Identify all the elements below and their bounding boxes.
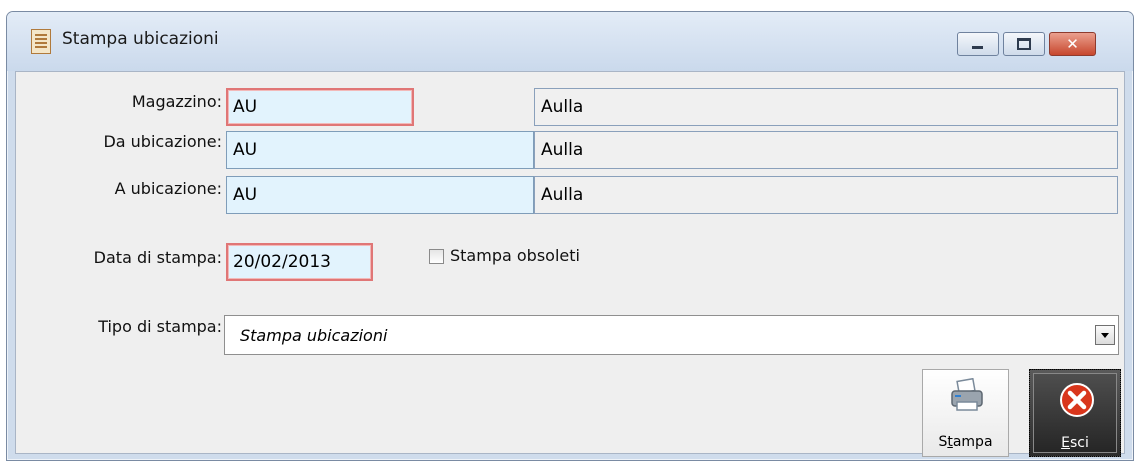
close-icon: ✕ bbox=[1066, 35, 1079, 53]
stampa-button-label: Stampa bbox=[938, 434, 993, 450]
esci-button-label: Esci bbox=[1061, 435, 1089, 451]
maximize-button[interactable] bbox=[1003, 32, 1045, 56]
data-stampa-label: Data di stampa: bbox=[93, 248, 222, 267]
magazzino-label: Magazzino: bbox=[131, 92, 222, 111]
tipo-stampa-value: Stampa ubicazioni bbox=[240, 326, 388, 345]
stampa-obsoleti-label[interactable]: Stampa obsoleti bbox=[450, 246, 580, 265]
title-bar: Stampa ubicazioni ✕ bbox=[7, 12, 1133, 71]
a-ubicazione-description-field: Aulla bbox=[534, 176, 1118, 214]
close-button[interactable]: ✕ bbox=[1049, 32, 1096, 56]
stampa-obsoleti-checkbox[interactable] bbox=[429, 249, 444, 264]
printer-icon bbox=[951, 378, 983, 411]
chevron-down-icon[interactable] bbox=[1095, 325, 1115, 345]
form-body: Magazzino: AU Aulla Da ubicazione: AU Au… bbox=[15, 71, 1125, 457]
stop-icon bbox=[1060, 383, 1094, 417]
da-ubicazione-description-field: Aulla bbox=[534, 131, 1118, 169]
tipo-stampa-label: Tipo di stampa: bbox=[98, 317, 222, 336]
minimize-button[interactable] bbox=[957, 32, 999, 56]
a-ubicazione-code-field[interactable]: AU bbox=[226, 176, 534, 214]
stampa-button[interactable]: Stampa bbox=[922, 369, 1009, 457]
da-ubicazione-label: Da ubicazione: bbox=[103, 132, 222, 151]
magazzino-code-field[interactable]: AU bbox=[226, 88, 414, 126]
data-stampa-field[interactable]: 20/02/2013 bbox=[226, 243, 373, 281]
print-locations-window: Stampa ubicazioni ✕ Magazzino: AU Aulla … bbox=[6, 11, 1134, 461]
report-icon bbox=[31, 29, 51, 54]
esci-button[interactable]: Esci bbox=[1029, 369, 1121, 457]
magazzino-description-field: Aulla bbox=[534, 88, 1118, 126]
da-ubicazione-code-field[interactable]: AU bbox=[226, 131, 534, 169]
window-title: Stampa ubicazioni bbox=[62, 29, 219, 49]
tipo-stampa-select[interactable]: Stampa ubicazioni bbox=[224, 315, 1119, 355]
a-ubicazione-label: A ubicazione: bbox=[114, 179, 222, 198]
